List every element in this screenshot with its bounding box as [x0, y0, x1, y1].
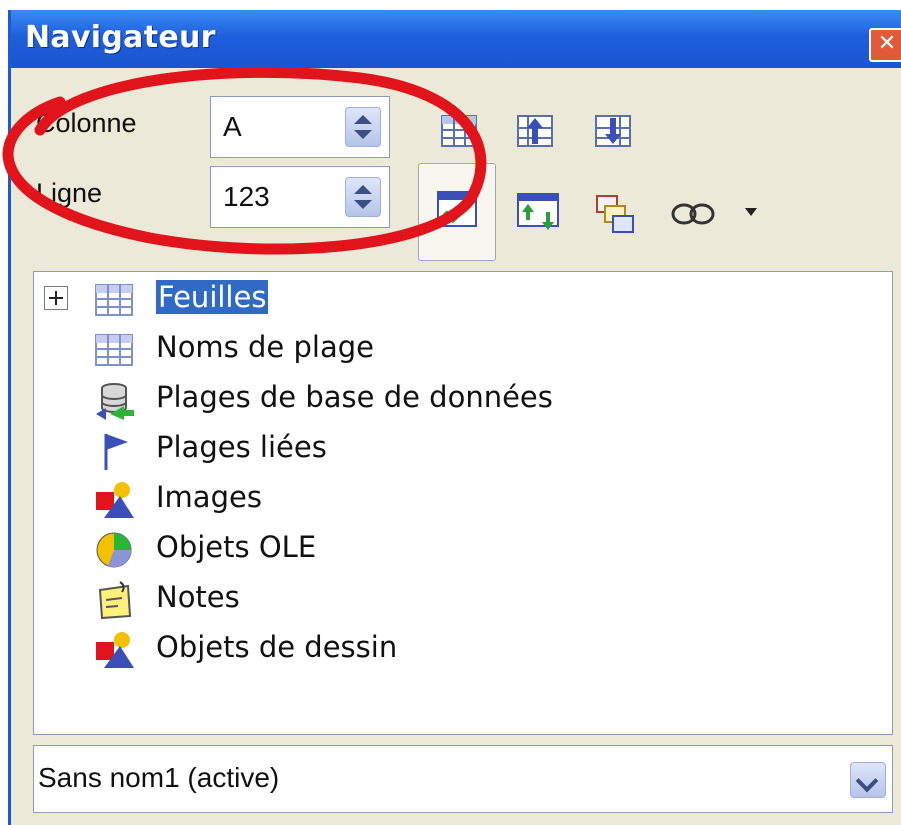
toggle-content-icon[interactable]	[436, 188, 478, 230]
document-selector-value[interactable]: Sans nom1 (active)	[38, 762, 279, 794]
end-icon[interactable]	[594, 112, 632, 150]
titlebar: Navigateur ✕	[11, 10, 901, 68]
tree-item-objets-ole[interactable]: Objets OLE	[34, 526, 894, 572]
linked-documents-icon[interactable]	[670, 200, 716, 228]
database-range-icon	[96, 383, 134, 420]
dropdown-arrow-icon[interactable]	[744, 206, 758, 218]
column-label: Colonne	[36, 108, 137, 138]
tree-item-plages-liees[interactable]: Plages liées	[34, 426, 894, 472]
tree-item-noms-de-plage[interactable]: Noms de plage	[34, 326, 894, 372]
expand-icon[interactable]	[44, 286, 68, 310]
images-icon	[96, 482, 134, 518]
column-spin-arrows-icon[interactable]	[345, 107, 381, 147]
tree-item-label[interactable]: Plages liées	[156, 430, 327, 464]
window-title: Navigateur	[25, 20, 216, 55]
tree-item-label[interactable]: Plages de base de données	[156, 380, 553, 414]
tree-item-label[interactable]: Noms de plage	[156, 330, 374, 364]
column-value[interactable]: A	[223, 111, 242, 143]
tree-item-label[interactable]: Objets de dessin	[156, 630, 397, 664]
row-spinbox[interactable]: 123	[210, 166, 390, 228]
ole-objects-icon	[96, 532, 132, 568]
scenarios-icon[interactable]	[516, 190, 564, 234]
row-label: Ligne	[36, 178, 103, 208]
tree-item-label[interactable]: Feuilles	[156, 280, 269, 314]
chevron-down-icon[interactable]	[850, 762, 886, 798]
row-value[interactable]: 123	[223, 181, 270, 213]
column-spinbox[interactable]: A	[210, 96, 390, 158]
start-icon[interactable]	[516, 112, 554, 150]
tree-item-plages-base-donnees[interactable]: Plages de base de données	[34, 376, 894, 422]
tree-item-feuilles[interactable]: Feuilles	[34, 276, 894, 322]
navigator-tree[interactable]: Feuilles Noms de plage Plages de base de…	[33, 271, 893, 735]
sheet-icon	[95, 284, 133, 316]
notes-icon	[98, 581, 132, 620]
range-names-icon	[95, 334, 133, 366]
tree-item-label[interactable]: Notes	[156, 580, 240, 614]
linked-range-flag-icon	[104, 434, 128, 470]
tree-item-objets-dessin[interactable]: Objets de dessin	[34, 626, 894, 672]
tree-item-label[interactable]: Images	[156, 480, 262, 514]
close-button[interactable]: ✕	[869, 28, 901, 62]
tree-item-notes[interactable]: Notes	[34, 576, 894, 622]
tree-item-images[interactable]: Images	[34, 476, 894, 522]
row-spin-arrows-icon[interactable]	[345, 177, 381, 217]
tree-item-label[interactable]: Objets OLE	[156, 530, 316, 564]
data-range-icon[interactable]	[440, 112, 478, 150]
drawing-objects-icon	[96, 632, 134, 668]
document-selector[interactable]: Sans nom1 (active)	[33, 745, 893, 813]
drag-mode-icon[interactable]	[594, 192, 638, 236]
